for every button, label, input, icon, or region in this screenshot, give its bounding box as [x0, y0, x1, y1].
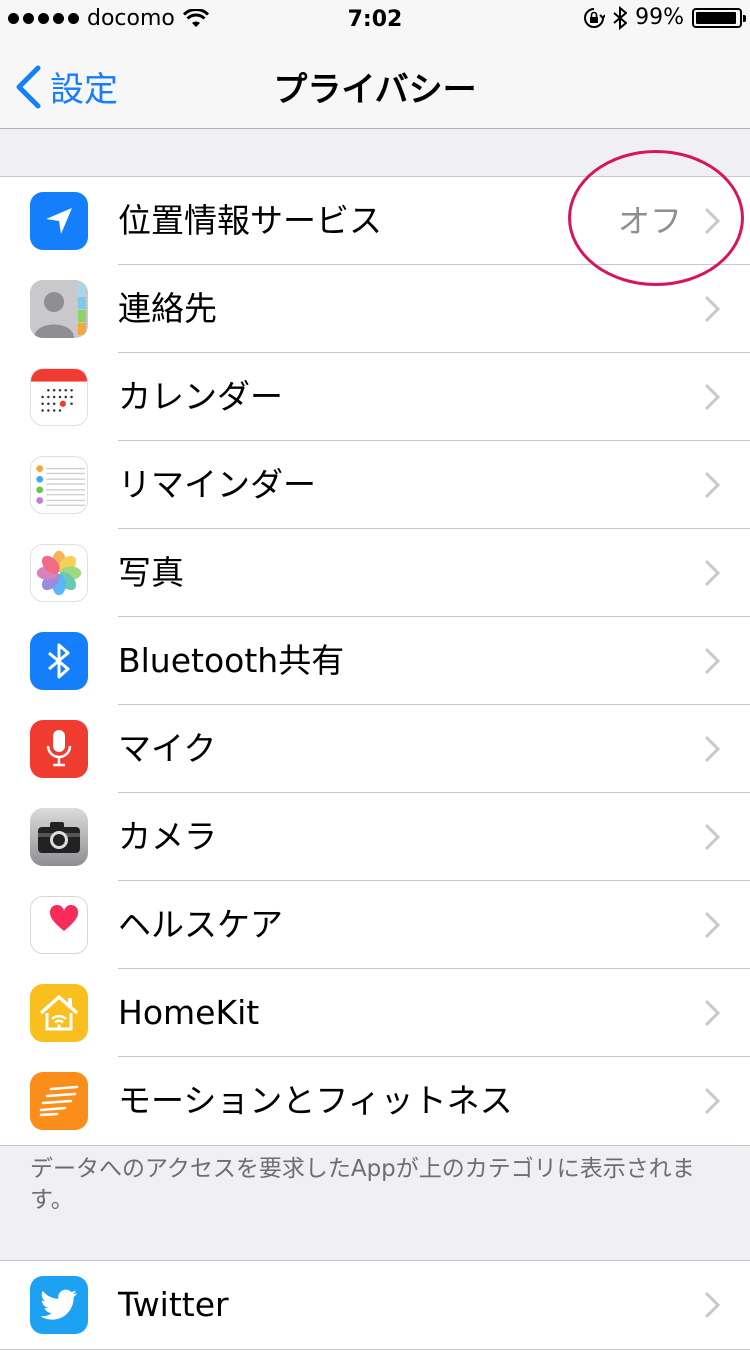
chevron-right-icon [705, 1000, 721, 1026]
calendar-icon [30, 368, 88, 426]
twitter-icon [30, 1276, 88, 1334]
row-health[interactable]: ヘルスケア [0, 881, 750, 969]
microphone-icon [30, 720, 88, 778]
battery-percentage: 99% [635, 5, 684, 30]
row-twitter[interactable]: Twitter [0, 1261, 750, 1349]
row-location-services[interactable]: 位置情報サービス オフ [0, 177, 750, 265]
chevron-right-icon [705, 384, 721, 410]
row-photos[interactable]: 写真 [0, 529, 750, 617]
row-label: Twitter [118, 1285, 229, 1324]
row-label: マイク [118, 729, 217, 768]
row-label: リマインダー [118, 465, 316, 504]
rotation-lock-icon [584, 7, 606, 28]
chevron-right-icon [705, 912, 721, 938]
row-label: モーションとフィットネス [118, 1081, 513, 1120]
chevron-right-icon [705, 1292, 721, 1318]
row-label: カレンダー [118, 377, 283, 416]
section-footer-note: データへのアクセスを要求したAppが上のカテゴリに表示されます。 [30, 1156, 695, 1213]
chevron-right-icon [705, 824, 721, 850]
chevron-right-icon [705, 560, 721, 586]
row-contacts[interactable]: 連絡先 [0, 265, 750, 353]
health-icon [30, 896, 88, 954]
location-arrow-icon [30, 192, 88, 250]
reminders-icon [30, 456, 88, 514]
page-title: プライバシー [273, 70, 477, 110]
privacy-category-list: 位置情報サービス オフ 連絡先 カレンダー リマインダー 写真 Bluetoot… [0, 176, 750, 1146]
row-label: カメラ [118, 817, 217, 856]
navigation-bar: 設定 プライバシー [0, 40, 750, 129]
row-label: HomeKit [118, 993, 260, 1032]
status-right: 99% [583, 5, 746, 30]
contacts-icon [30, 280, 88, 338]
homekit-icon [30, 984, 88, 1042]
photos-icon [30, 544, 88, 602]
row-label: Bluetooth共有 [118, 641, 345, 680]
row-microphone[interactable]: マイク [0, 705, 750, 793]
chevron-right-icon [705, 296, 721, 322]
chevron-right-icon [705, 472, 721, 498]
row-label: 連絡先 [118, 289, 217, 328]
row-label: ヘルスケア [118, 905, 283, 944]
chevron-right-icon [705, 208, 721, 234]
bluetooth-status-icon [613, 5, 628, 30]
status-bar: docomo 7:02 99% [0, 0, 750, 40]
row-homekit[interactable]: HomeKit [0, 969, 750, 1057]
row-label: 位置情報サービス [118, 201, 382, 240]
social-accounts-list: Twitter [0, 1260, 750, 1350]
row-bluetooth-sharing[interactable]: Bluetooth共有 [0, 617, 750, 705]
bluetooth-icon [30, 632, 88, 690]
row-camera[interactable]: カメラ [0, 793, 750, 881]
row-reminders[interactable]: リマインダー [0, 441, 750, 529]
row-value: オフ [617, 202, 682, 240]
motion-icon [30, 1072, 88, 1130]
row-motion-fitness[interactable]: モーションとフィットネス [0, 1057, 750, 1145]
chevron-right-icon [705, 1088, 721, 1114]
camera-icon [30, 808, 88, 866]
row-calendar[interactable]: カレンダー [0, 353, 750, 441]
row-label: 写真 [118, 553, 184, 592]
chevron-right-icon [705, 736, 721, 762]
chevron-right-icon [705, 648, 721, 674]
battery-icon [692, 7, 746, 28]
